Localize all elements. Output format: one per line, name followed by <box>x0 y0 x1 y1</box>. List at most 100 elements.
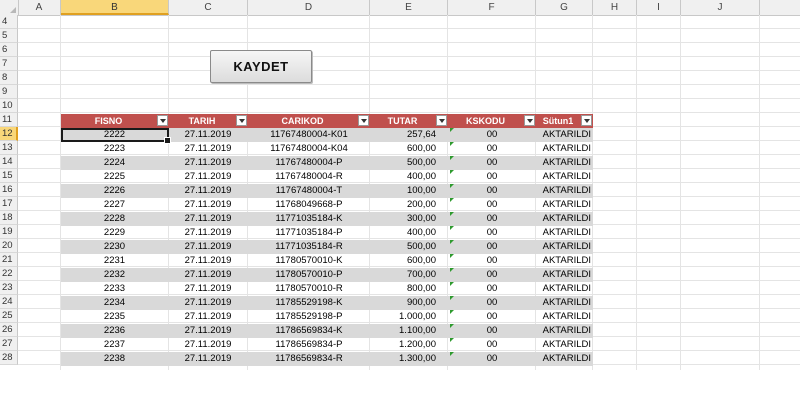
tutar-cell[interactable]: 700,00 <box>370 268 448 282</box>
row-header[interactable]: 5 <box>0 29 18 43</box>
sutun1-cell[interactable]: AKTARILDI <box>536 240 593 254</box>
kskodu-cell[interactable]: 00 <box>448 240 536 254</box>
fisno-cell[interactable]: 2226 <box>61 184 168 198</box>
sutun1-cell[interactable]: AKTARILDI <box>536 184 593 198</box>
tarih-cell[interactable]: 27.11.2019 <box>168 324 248 338</box>
column-header-k-partial[interactable] <box>760 0 800 15</box>
sutun1-cell[interactable]: AKTARILDI <box>536 310 593 324</box>
fisno-cell[interactable]: 2230 <box>61 240 168 254</box>
row-header[interactable]: 13 <box>0 141 18 155</box>
kskodu-cell[interactable]: 00 <box>448 352 536 366</box>
row-header[interactable]: 15 <box>0 169 18 183</box>
tarih-cell[interactable]: 27.11.2019 <box>168 212 248 226</box>
carikod-cell[interactable]: 11771035184-K <box>248 212 370 226</box>
fisno-cell[interactable]: 2229 <box>61 226 168 240</box>
row-header[interactable]: 10 <box>0 99 18 113</box>
row-header[interactable]: 27 <box>0 337 18 351</box>
row-header[interactable]: 21 <box>0 253 18 267</box>
fisno-cell[interactable]: 2224 <box>61 156 168 170</box>
row-header[interactable]: 19 <box>0 225 18 239</box>
kskodu-cell[interactable]: 00 <box>448 128 536 142</box>
sutun1-cell[interactable]: AKTARILDI <box>536 226 593 240</box>
sutun1-cell[interactable]: AKTARILDI <box>536 296 593 310</box>
row-header[interactable]: 23 <box>0 281 18 295</box>
sutun1-cell[interactable]: AKTARILDI <box>536 198 593 212</box>
row-header[interactable]: 12 <box>0 127 18 141</box>
tarih-cell[interactable]: 27.11.2019 <box>168 268 248 282</box>
column-header-a[interactable]: A <box>18 0 61 15</box>
sutun1-cell[interactable]: AKTARILDI <box>536 156 593 170</box>
sutun1-cell[interactable]: AKTARILDI <box>536 142 593 156</box>
tarih-cell[interactable]: 27.11.2019 <box>168 184 248 198</box>
sutun1-cell[interactable]: AKTARILDI <box>536 352 593 366</box>
tutar-cell[interactable]: 500,00 <box>370 156 448 170</box>
sutun1-cell[interactable]: AKTARILDI <box>536 338 593 352</box>
kskodu-cell[interactable]: 00 <box>448 296 536 310</box>
fisno-cell[interactable]: 2233 <box>61 282 168 296</box>
kskodu-cell[interactable]: 00 <box>448 282 536 296</box>
column-header-h[interactable]: H <box>593 0 637 15</box>
tarih-cell[interactable]: 27.11.2019 <box>168 226 248 240</box>
row-header[interactable]: 8 <box>0 71 18 85</box>
carikod-cell[interactable]: 11786569834-R <box>248 352 370 366</box>
kskodu-cell[interactable]: 00 <box>448 198 536 212</box>
carikod-cell[interactable]: 11785529198-K <box>248 296 370 310</box>
row-header[interactable]: 26 <box>0 323 18 337</box>
fisno-cell[interactable]: 2227 <box>61 198 168 212</box>
carikod-cell[interactable]: 11767480004-K01 <box>248 128 370 142</box>
tutar-cell[interactable]: 1.300,00 <box>370 352 448 366</box>
fisno-cell[interactable]: 2232 <box>61 268 168 282</box>
tutar-cell[interactable]: 800,00 <box>370 282 448 296</box>
tarih-cell[interactable]: 27.11.2019 <box>168 352 248 366</box>
row-header[interactable]: 16 <box>0 183 18 197</box>
tarih-cell[interactable]: 27.11.2019 <box>168 198 248 212</box>
fisno-cell[interactable]: 2223 <box>61 142 168 156</box>
sutun1-cell[interactable]: AKTARILDI <box>536 282 593 296</box>
tarih-cell[interactable]: 27.11.2019 <box>168 128 248 142</box>
kskodu-cell[interactable]: 00 <box>448 156 536 170</box>
kskodu-cell[interactable]: 00 <box>448 268 536 282</box>
tutar-cell[interactable]: 100,00 <box>370 184 448 198</box>
sutun1-cell[interactable]: AKTARILDI <box>536 212 593 226</box>
row-header[interactable]: 25 <box>0 309 18 323</box>
active-cell-selection[interactable] <box>61 128 171 144</box>
sutun1-cell[interactable]: AKTARILDI <box>536 324 593 338</box>
column-header-f[interactable]: F <box>448 0 536 15</box>
column-header-c[interactable]: C <box>169 0 248 15</box>
select-all-corner[interactable] <box>0 0 19 15</box>
spreadsheet-grid[interactable]: A B C D E F G H I J 4 5 6 7 8 9 10 11 12 13 14 15 16… <box>0 0 800 370</box>
kaydet-button[interactable]: KAYDET <box>210 50 312 83</box>
column-header-j[interactable]: J <box>681 0 760 15</box>
tutar-cell[interactable]: 400,00 <box>370 226 448 240</box>
tutar-cell[interactable]: 1.000,00 <box>370 310 448 324</box>
row-header[interactable]: 7 <box>0 57 18 71</box>
kskodu-cell[interactable]: 00 <box>448 310 536 324</box>
carikod-cell[interactable]: 11767480004-R <box>248 170 370 184</box>
carikod-cell[interactable]: 11771035184-R <box>248 240 370 254</box>
kskodu-cell[interactable]: 00 <box>448 254 536 268</box>
row-header[interactable]: 9 <box>0 85 18 99</box>
carikod-cell[interactable]: 11771035184-P <box>248 226 370 240</box>
carikod-cell[interactable]: 11780570010-P <box>248 268 370 282</box>
column-header-e[interactable]: E <box>370 0 448 15</box>
tarih-cell[interactable]: 27.11.2019 <box>168 240 248 254</box>
row-header[interactable]: 4 <box>0 15 18 29</box>
filter-dropdown-icon[interactable] <box>436 115 447 126</box>
carikod-cell[interactable]: 11768049668-P <box>248 198 370 212</box>
carikod-cell[interactable]: 11780570010-K <box>248 254 370 268</box>
row-header[interactable]: 14 <box>0 155 18 169</box>
sutun1-cell[interactable]: AKTARILDI <box>536 170 593 184</box>
tutar-cell[interactable]: 600,00 <box>370 142 448 156</box>
filter-dropdown-icon[interactable] <box>581 115 592 126</box>
sutun1-cell[interactable]: AKTARILDI <box>536 128 593 142</box>
row-header[interactable]: 22 <box>0 267 18 281</box>
tarih-cell[interactable]: 27.11.2019 <box>168 338 248 352</box>
tarih-cell[interactable]: 27.11.2019 <box>168 170 248 184</box>
sutun1-cell[interactable]: AKTARILDI <box>536 254 593 268</box>
tutar-cell[interactable]: 400,00 <box>370 170 448 184</box>
column-header-g[interactable]: G <box>536 0 593 15</box>
tutar-cell[interactable]: 900,00 <box>370 296 448 310</box>
tutar-cell[interactable]: 1.100,00 <box>370 324 448 338</box>
kskodu-cell[interactable]: 00 <box>448 170 536 184</box>
kskodu-cell[interactable]: 00 <box>448 324 536 338</box>
